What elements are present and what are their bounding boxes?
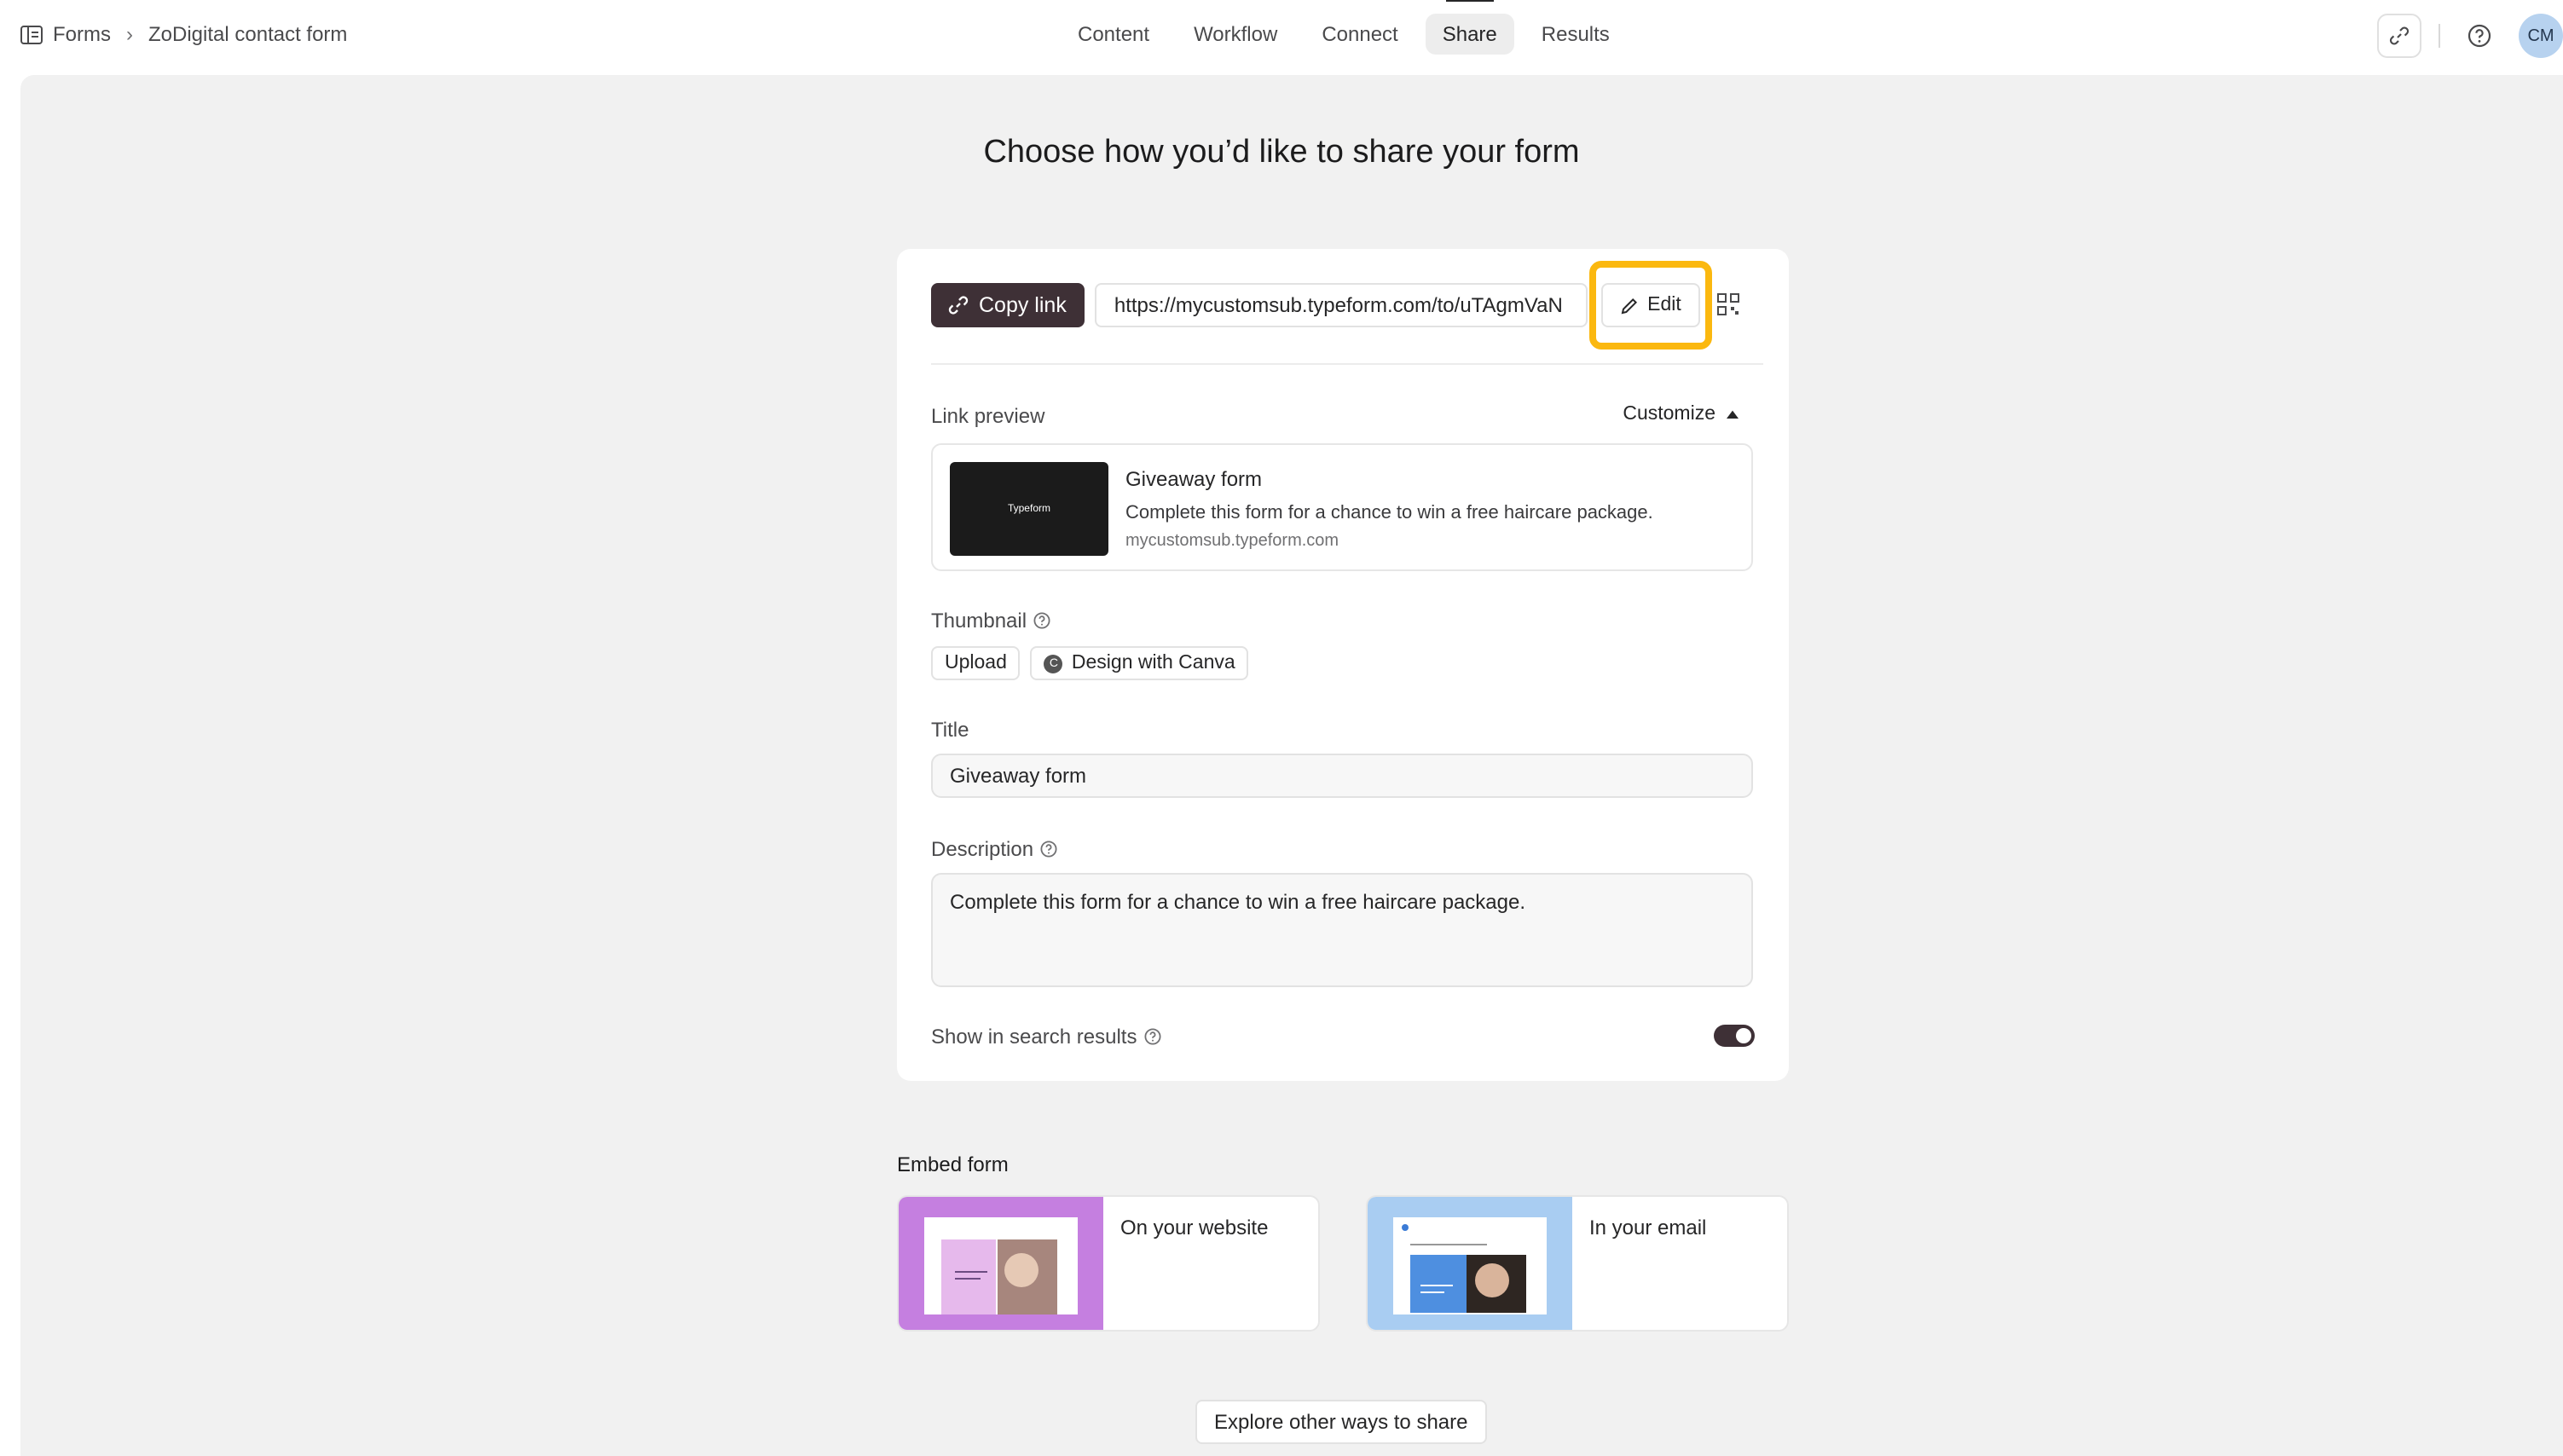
preview-thumbnail: Typeform	[950, 462, 1108, 556]
search-results-toggle[interactable]	[1714, 1025, 1755, 1047]
search-results-label-row: Show in search results	[931, 1025, 1160, 1049]
tab-workflow[interactable]: Workflow	[1177, 14, 1294, 55]
forms-icon	[20, 25, 43, 43]
breadcrumb: Forms › ZoDigital contact form	[20, 22, 347, 46]
tab-results[interactable]: Results	[1524, 14, 1627, 55]
canva-icon: C	[1044, 654, 1063, 673]
tab-share[interactable]: Share	[1425, 0, 1514, 55]
embed-email-card[interactable]: In your email	[1366, 1195, 1789, 1332]
embed-website-card[interactable]: On your website	[897, 1195, 1320, 1332]
email-preview-image	[1368, 1197, 1572, 1330]
avatar[interactable]: CM	[2519, 14, 2563, 58]
description-label-row: Description	[931, 837, 1057, 861]
share-link-card: Copy link https://mycustomsub.typeform.c…	[897, 249, 1789, 1081]
upload-button[interactable]: Upload	[931, 646, 1021, 680]
explore-share-button[interactable]: Explore other ways to share	[1195, 1400, 1487, 1444]
nav-tabs: Content Workflow Connect Share Results	[1061, 0, 1627, 55]
edit-label: Edit	[1647, 295, 1681, 315]
website-preview-image	[899, 1197, 1103, 1330]
preview-domain: mycustomsub.typeform.com	[1125, 532, 1339, 551]
help-icon	[2468, 24, 2491, 48]
title-input[interactable]: Giveaway form	[931, 754, 1753, 798]
qr-code-icon[interactable]	[1717, 293, 1739, 324]
description-label: Description	[931, 837, 1034, 861]
link-row: Copy link https://mycustomsub.typeform.c…	[931, 261, 1739, 350]
embed-email-label: In your email	[1589, 1216, 1707, 1239]
customize-label: Customize	[1623, 404, 1715, 425]
thumbnail-actions: Upload C Design with Canva	[931, 646, 1249, 680]
link-icon	[948, 296, 969, 315]
share-page: Forms › ZoDigital contact form Content W…	[0, 0, 2563, 1456]
copy-link-label: Copy link	[979, 293, 1067, 317]
tab-content[interactable]: Content	[1061, 14, 1166, 55]
triangle-up-icon	[1726, 404, 1739, 425]
page-title: Choose how you’d like to share your form	[983, 135, 1580, 170]
customize-toggle[interactable]: Customize	[1623, 404, 1739, 425]
design-with-canva-button[interactable]: C Design with Canva	[1030, 646, 1249, 680]
embed-form-title: Embed form	[897, 1153, 1009, 1176]
pencil-icon	[1621, 297, 1638, 314]
share-url-field[interactable]: https://mycustomsub.typeform.com/to/uTAg…	[1095, 283, 1588, 327]
edit-url-button[interactable]: Edit	[1601, 283, 1700, 327]
divider	[2439, 24, 2440, 48]
help-button[interactable]	[2457, 14, 2502, 58]
info-icon	[1143, 1028, 1160, 1045]
section-divider	[931, 363, 1763, 365]
preview-description: Complete this form for a chance to win a…	[1125, 503, 1653, 523]
preview-title: Giveaway form	[1125, 467, 1263, 491]
link-preview-label: Link preview	[931, 404, 1045, 428]
tab-connect[interactable]: Connect	[1305, 14, 1415, 55]
link-preview-card: Typeform Giveaway form Complete this for…	[931, 443, 1753, 571]
thumbnail-label: Thumbnail	[931, 609, 1027, 633]
edit-highlight: Edit	[1589, 261, 1712, 350]
info-icon	[1033, 612, 1050, 629]
chevron-right-icon: ›	[126, 22, 133, 46]
header-actions: CM	[2377, 14, 2563, 58]
thumbnail-label-row: Thumbnail	[931, 609, 1050, 633]
link-icon	[2389, 26, 2410, 45]
embed-website-label: On your website	[1120, 1216, 1269, 1239]
breadcrumb-current[interactable]: ZoDigital contact form	[148, 22, 347, 46]
breadcrumb-forms-link[interactable]: Forms	[53, 22, 111, 46]
top-bar: Forms › ZoDigital contact form Content W…	[0, 0, 2563, 72]
title-label: Title	[931, 718, 969, 742]
copy-link-button[interactable]: Copy link	[931, 283, 1085, 327]
canva-label: Design with Canva	[1071, 653, 1235, 673]
info-icon	[1040, 841, 1057, 858]
link-icon-button[interactable]	[2377, 14, 2421, 58]
search-results-label: Show in search results	[931, 1025, 1137, 1049]
description-textarea[interactable]: Complete this form for a chance to win a…	[931, 873, 1753, 987]
